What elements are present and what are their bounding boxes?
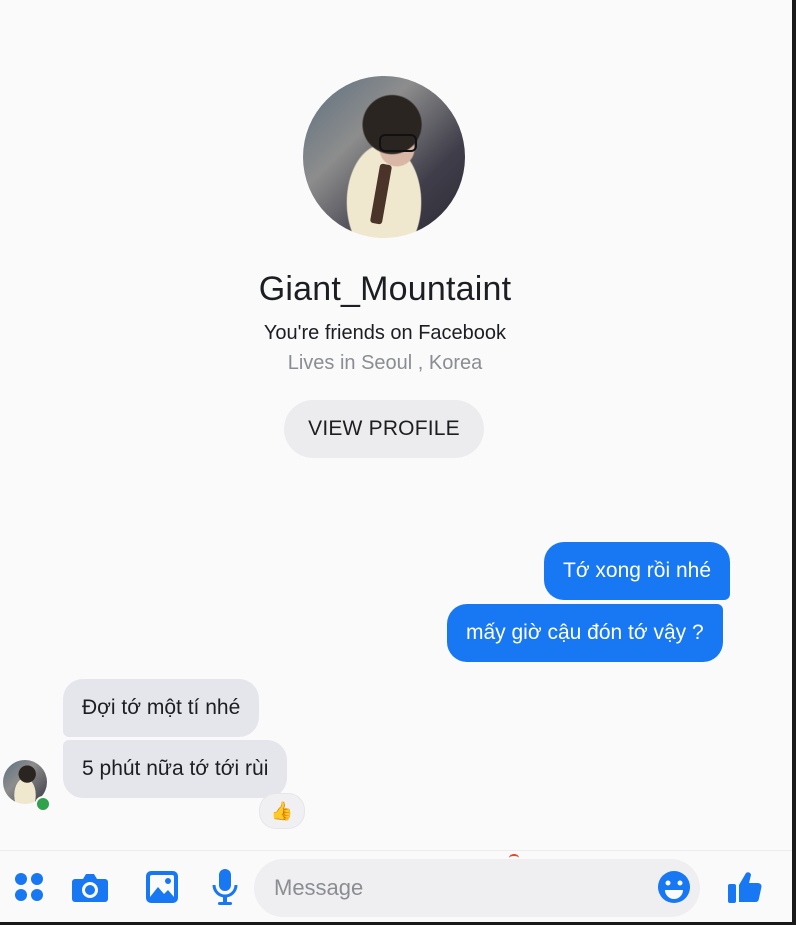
message-bubble-incoming[interactable]: Đợi tớ một tí nhé [63, 679, 260, 737]
image-icon[interactable] [143, 866, 181, 908]
window-border-right [792, 0, 796, 925]
apps-icon[interactable] [10, 866, 48, 908]
view-profile-button[interactable]: VIEW PROFILE [284, 400, 484, 458]
message-bubble-outgoing[interactable]: Tớ xong rồi nhé [544, 542, 731, 600]
microphone-icon[interactable] [206, 866, 244, 908]
online-status-indicator [35, 796, 51, 812]
emoji-icon[interactable] [655, 866, 693, 908]
camera-icon[interactable] [71, 866, 109, 908]
message-bubble-incoming[interactable]: 5 phút nữa tớ tới rùi [63, 740, 288, 798]
avatar-tie-detail [369, 163, 393, 225]
message-bubble-outgoing[interactable]: mấy giờ cậu đón tớ vậy ? [447, 604, 723, 662]
thumbs-up-icon[interactable] [725, 866, 763, 908]
message-input[interactable] [254, 859, 700, 917]
profile-avatar[interactable] [303, 76, 465, 238]
profile-location: Lives in Seoul , Korea [287, 352, 483, 374]
thumbs-up-reaction[interactable]: 👍 [259, 793, 305, 829]
friendship-status: You're friends on Facebook [263, 322, 507, 344]
avatar-glasses-detail [379, 134, 417, 152]
profile-name: Giant_Mountaint [258, 270, 512, 308]
